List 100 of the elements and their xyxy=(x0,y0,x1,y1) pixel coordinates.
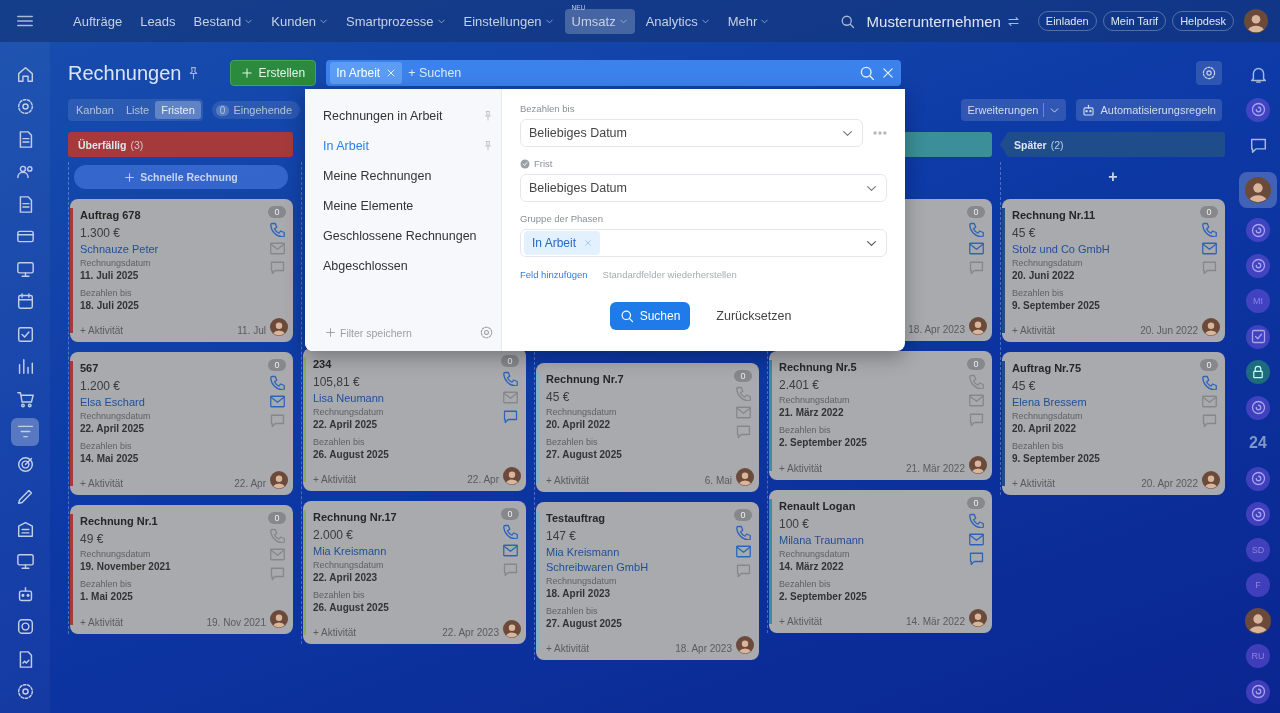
deal-card[interactable]: Rechnung Nr.17 2.000 € Mia Kreismann Rechnungsdatum 22. April 2023 Bezahlen bis 26. August 2025 + Aktivität 22. Apr 2023 0 xyxy=(303,501,526,644)
deal-card[interactable]: Auftrag Nr.75 45 € Elena Bressem Rechnungsdatum 20. April 2022 Bezahlen bis 9. September 2025 + Aktivität 20. Apr 2022 0 xyxy=(1002,352,1225,495)
avatar[interactable] xyxy=(1244,9,1268,33)
add-activity-link[interactable]: + Aktivität xyxy=(313,474,357,485)
deal-card[interactable]: Renault Logan 100 € Milana Traumann Rechnungsdatum 14. März 2022 Bezahlen bis 2. September 2025 + Aktivität 14. Mär 2022 0 xyxy=(769,490,992,633)
contact-link[interactable]: Schnauze Peter xyxy=(80,243,264,255)
envelope-icon[interactable] xyxy=(269,394,285,409)
envelope-icon[interactable] xyxy=(968,241,984,256)
phone-icon[interactable] xyxy=(269,375,285,390)
envelope-icon[interactable] xyxy=(1201,241,1217,256)
view-tab[interactable]: Liste xyxy=(119,101,156,119)
round-button[interactable] xyxy=(1246,218,1270,242)
card-title[interactable]: Rechnung Nr.7 xyxy=(546,373,730,385)
settings-icon[interactable] xyxy=(480,326,493,339)
date-select[interactable]: Beliebiges Datum xyxy=(520,119,863,147)
extensions-button[interactable]: Erweiterungen xyxy=(961,99,1067,121)
phone-icon[interactable] xyxy=(502,524,518,539)
close-icon[interactable] xyxy=(386,68,397,78)
contact-link[interactable]: Elena Bressem xyxy=(1012,396,1196,408)
settings-button[interactable] xyxy=(1196,61,1222,85)
search-button[interactable]: Suchen xyxy=(609,302,691,330)
round-button[interactable] xyxy=(1246,395,1270,420)
add-field-link[interactable]: Feld hinzufügen xyxy=(520,269,588,280)
envelope-icon[interactable] xyxy=(502,543,518,558)
contact-link[interactable]: Milana Traumann xyxy=(779,534,963,546)
avatar[interactable] xyxy=(270,471,288,489)
bell-icon[interactable] xyxy=(1249,65,1267,83)
deal-card[interactable]: Auftrag 678 1.300 € Schnauze Peter Rechnungsdatum 11. Juli 2025 Bezahlen bis 18. Juli 2025 + Aktivität 11. Jul 0 xyxy=(70,199,293,342)
chat-bubble-icon[interactable] xyxy=(968,551,984,566)
deal-card[interactable]: 234 105,81 € Lisa Neumann Rechnungsdatum 22. April 2025 Bezahlen bis 26. August 2025 + Aktivität 22. Apr 0 xyxy=(303,348,526,491)
add-activity-link[interactable]: + Aktivität xyxy=(1012,478,1056,489)
add-activity-link[interactable]: + Aktivität xyxy=(313,627,357,638)
avatar[interactable] xyxy=(503,620,521,638)
add-activity-link[interactable]: + Aktivität xyxy=(80,325,124,336)
menu-item[interactable]: Mehr xyxy=(720,8,777,34)
counter-text[interactable]: 24 xyxy=(1246,431,1270,455)
avatar[interactable] xyxy=(969,317,987,335)
sidebar-item[interactable] xyxy=(11,417,39,446)
view-tab[interactable]: Kanban xyxy=(70,101,120,119)
menu-item[interactable]: Bestand xyxy=(186,8,261,34)
quick-add-button[interactable]: Schnelle Rechnung xyxy=(74,165,288,189)
menu-item[interactable]: Einstellungen xyxy=(456,8,561,34)
reset-button[interactable]: Zurücksetzen xyxy=(710,308,798,324)
avatar[interactable] xyxy=(736,468,754,486)
round-button[interactable] xyxy=(1246,502,1270,526)
contact-link[interactable]: Schreibwaren GmbH xyxy=(546,561,730,573)
stage-select[interactable]: In Arbeit xyxy=(520,229,887,257)
round-button[interactable] xyxy=(1246,324,1270,349)
deal-card[interactable]: Rechnung Nr.5 2.401 € Rechnungsdatum 21. März 2022 Bezahlen bis 2. September 2025 + Aktivität 21. Mär 2022 0 xyxy=(769,351,992,480)
add-activity-link[interactable]: + Aktivität xyxy=(1012,325,1056,336)
add-activity-link[interactable]: + Aktivität xyxy=(546,643,590,654)
add-activity-link[interactable]: + Aktivität xyxy=(779,616,823,627)
card-title[interactable]: Auftrag 678 xyxy=(80,209,264,221)
search-icon[interactable] xyxy=(839,13,855,29)
envelope-icon[interactable] xyxy=(968,532,984,547)
phone-icon[interactable] xyxy=(968,513,984,528)
phone-icon[interactable] xyxy=(1201,375,1217,390)
contact-link[interactable]: Mia Kreismann xyxy=(546,546,730,558)
chat-bubble-icon[interactable] xyxy=(1249,136,1267,154)
avatar[interactable] xyxy=(270,610,288,628)
swap-icon[interactable] xyxy=(1006,14,1020,28)
deal-card[interactable]: Rechnung Nr.1 49 € Rechnungsdatum 19. November 2021 Bezahlen bis 1. Mai 2025 + Aktivität 19. Nov 2021 0 xyxy=(70,505,293,634)
card-title[interactable]: Rechnung Nr.17 xyxy=(313,511,497,523)
filter-preset[interactable]: Meine Elemente xyxy=(323,191,493,221)
date-select[interactable]: Beliebiges Datum xyxy=(520,174,887,202)
filter-preset[interactable]: Abgeschlossen xyxy=(323,251,493,281)
phone-icon[interactable] xyxy=(735,525,751,540)
card-title[interactable]: Rechnung Nr.1 xyxy=(80,515,264,527)
deal-card[interactable]: Testauftrag 147 € Mia Kreismann Schreibwaren GmbH Rechnungsdatum 18. April 2023 Bezahlen bis 27. August 2025 + Aktivität 18. Apr 2023 0 xyxy=(536,502,759,660)
phone-icon[interactable] xyxy=(968,222,984,237)
close-icon[interactable] xyxy=(881,66,896,80)
company-name[interactable]: Musterunternehmen xyxy=(866,12,1001,30)
filter-preset[interactable]: Meine Rechnungen xyxy=(323,161,493,191)
add-activity-link[interactable]: + Aktivität xyxy=(779,463,823,474)
add-button[interactable]: + xyxy=(1006,165,1220,189)
add-activity-link[interactable]: + Aktivität xyxy=(546,475,590,486)
card-title[interactable]: 234 xyxy=(313,358,497,370)
card-title[interactable]: Rechnung Nr.11 xyxy=(1012,209,1196,221)
menu-item[interactable]: Aufträge xyxy=(66,8,130,34)
filter-preset[interactable]: In Arbeit xyxy=(323,131,493,161)
menu-item[interactable]: Smartprozesse xyxy=(339,8,453,34)
menu-item[interactable]: Kunden xyxy=(264,8,336,34)
stage-tag[interactable]: In Arbeit xyxy=(524,231,601,255)
phone-icon[interactable] xyxy=(502,371,518,386)
add-activity-link[interactable]: + Aktivität xyxy=(80,478,124,489)
card-title[interactable]: Auftrag Nr.75 xyxy=(1012,362,1196,374)
contact-link[interactable]: Mia Kreismann xyxy=(313,545,497,557)
avatar[interactable] xyxy=(1245,607,1271,634)
contact-link[interactable]: Elsa Eschard xyxy=(80,396,264,408)
avatar[interactable] xyxy=(1202,471,1220,489)
avatar[interactable] xyxy=(969,456,987,474)
avatar[interactable] xyxy=(1245,176,1271,203)
contact-link[interactable]: Stolz und Co GmbH xyxy=(1012,243,1196,255)
deal-card[interactable]: 567 1.200 € Elsa Eschard Rechnungsdatum 22. April 2025 Bezahlen bis 14. Mai 2025 + Aktivität 22. Apr 0 xyxy=(70,352,293,495)
card-title[interactable]: Testauftrag xyxy=(546,512,730,524)
round-button[interactable] xyxy=(1246,466,1270,491)
round-button[interactable] xyxy=(1246,679,1270,704)
round-button[interactable] xyxy=(1246,253,1270,278)
card-title[interactable]: 567 xyxy=(80,362,264,374)
phone-icon[interactable] xyxy=(269,222,285,237)
